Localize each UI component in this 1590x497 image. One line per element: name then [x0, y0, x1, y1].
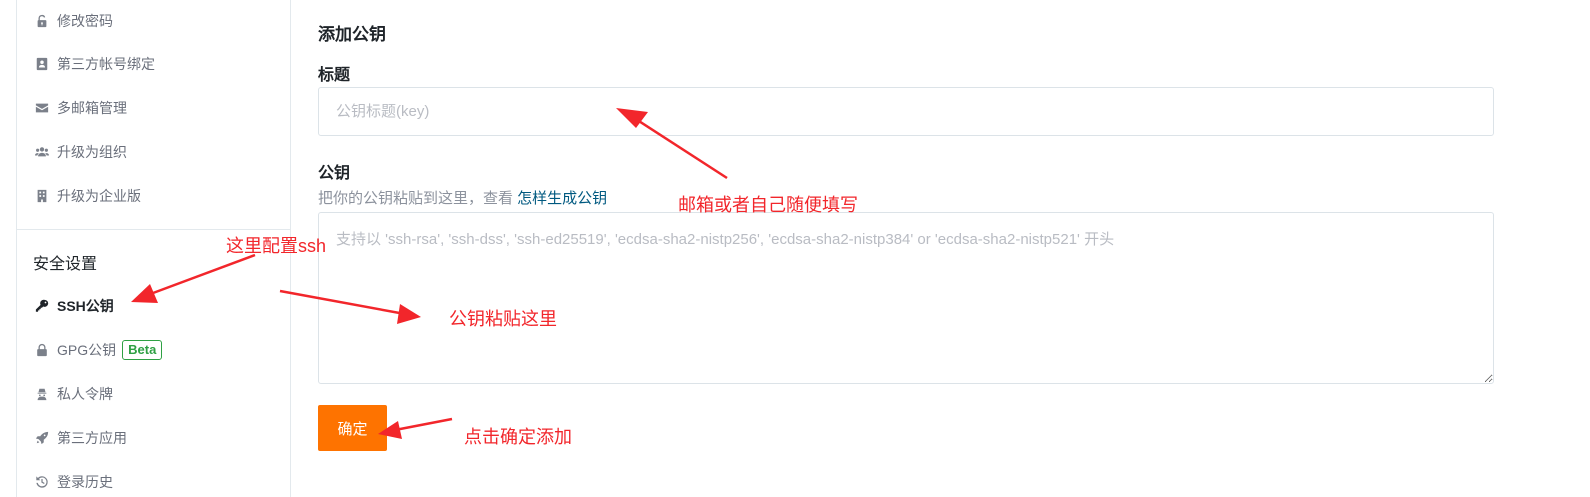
sidebar-divider [17, 229, 291, 230]
user-secret-icon [33, 386, 51, 402]
sidebar-item-label: 升级为组织 [57, 144, 127, 160]
arrow-to-confirm [394, 417, 453, 432]
sidebar-item-label: 第三方应用 [57, 430, 127, 446]
sidebar-item-email-management[interactable]: 多邮箱管理 [33, 96, 127, 120]
sidebar-item-change-password[interactable]: 修改密码 [33, 9, 113, 33]
sidebar-item-label: 第三方帐号绑定 [57, 56, 155, 72]
id-card-icon [33, 56, 51, 72]
beta-badge: Beta [122, 340, 163, 360]
unlock-icon [33, 13, 51, 29]
annotation-email-hint: 邮箱或者自己随便填写 [678, 195, 858, 215]
users-icon [33, 144, 51, 160]
lock-icon [33, 342, 51, 358]
sidebar-item-label: 私人令牌 [57, 386, 113, 402]
form-title: 添加公钥 [318, 25, 386, 44]
key-hint: 把你的公钥粘贴到这里，查看 怎样生成公钥 [318, 187, 607, 208]
envelope-icon [33, 100, 51, 116]
key-title-input[interactable] [318, 87, 1494, 136]
annotation-paste-here: 公钥粘贴这里 [449, 309, 557, 329]
sidebar-item-label: SSH公钥 [57, 298, 114, 314]
sidebar-item-upgrade-enterprise[interactable]: 升级为企业版 [33, 184, 141, 208]
title-field-label: 标题 [318, 67, 351, 84]
annotation-config-ssh: 这里配置ssh [226, 236, 327, 256]
sidebar-item-label: 登录历史 [57, 474, 113, 490]
section-title-security: 安全设置 [33, 256, 98, 273]
how-to-generate-key-link[interactable]: 怎样生成公钥 [517, 190, 607, 207]
key-hint-text: 把你的公钥粘贴到这里，查看 [318, 190, 518, 207]
sidebar-item-upgrade-org[interactable]: 升级为组织 [33, 140, 127, 164]
sidebar-item-private-tokens[interactable]: 私人令牌 [33, 382, 113, 406]
key-field-label: 公钥 [318, 165, 351, 182]
sidebar-item-label: 修改密码 [57, 13, 113, 29]
sidebar-item-label: GPG公钥 [57, 342, 117, 358]
history-icon [33, 474, 51, 490]
confirm-button[interactable]: 确定 [318, 405, 387, 451]
annotation-click-confirm: 点击确定添加 [464, 427, 572, 447]
sidebar-item-gpg-keys[interactable]: GPG公钥 Beta [33, 338, 163, 362]
rocket-icon [33, 430, 51, 446]
building-icon [33, 188, 51, 204]
sidebar-item-third-party-apps[interactable]: 第三方应用 [33, 426, 127, 450]
key-icon [33, 298, 51, 314]
sidebar-item-label: 升级为企业版 [57, 188, 141, 204]
public-key-textarea[interactable] [318, 212, 1494, 384]
sidebar-item-label: 多邮箱管理 [57, 100, 127, 116]
sidebar-item-third-party-binding[interactable]: 第三方帐号绑定 [33, 52, 155, 76]
sidebar-item-ssh-keys[interactable]: SSH公钥 [33, 294, 114, 318]
page: 修改密码 第三方帐号绑定 多邮箱管理 升级为组织 升级为企业版 安全设置 SSH… [0, 0, 1590, 497]
sidebar-item-login-history[interactable]: 登录历史 [33, 470, 113, 494]
